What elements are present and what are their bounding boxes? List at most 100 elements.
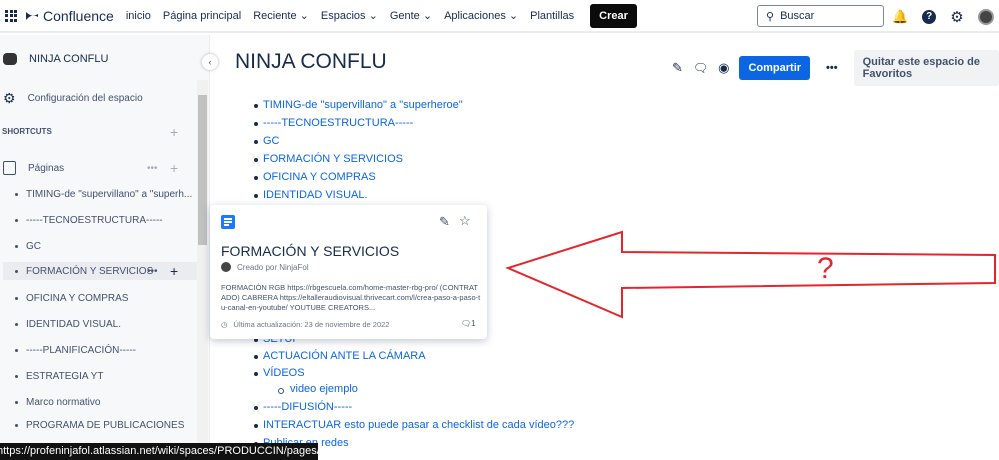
edit-pencil-icon[interactable]: ✎ (439, 214, 450, 230)
page-preview-card[interactable]: ✎ ☆ FORMACIÓN Y SERVICIOS Creado por Nin… (210, 205, 487, 339)
page-link[interactable]: TIMING-de "supervillano" a "superheroe" (254, 99, 463, 111)
page-link[interactable]: IDENTIDAD VISUAL. (254, 189, 368, 201)
nav-home[interactable]: Página principal (163, 10, 241, 22)
help-icon[interactable]: ? (922, 10, 937, 24)
page-link[interactable]: video ejemplo (278, 383, 358, 395)
create-button[interactable]: Crear (590, 3, 637, 28)
scrollbar-thumb[interactable] (198, 95, 207, 245)
page-doc-icon (221, 215, 235, 229)
card-title[interactable]: FORMACIÓN Y SERVICIOS (221, 243, 399, 259)
page-tree-item[interactable]: -----PLANIFICACIÓN----- (0, 345, 195, 356)
card-author: Creado por NinjaFol (221, 262, 309, 272)
notifications-bell-icon[interactable]: 🔔 (892, 9, 908, 25)
page-tree-label: PROGRAMA DE PUBLICACIONES (26, 420, 185, 431)
page-link[interactable]: GC (254, 135, 280, 147)
page-tree-item-active[interactable]: FORMACIÓN Y SERVICIOS ••• + (3, 262, 198, 280)
search-placeholder: Buscar (780, 10, 815, 22)
nav-templates[interactable]: Plantillas (530, 10, 574, 22)
page-tree-item[interactable]: PROGRAMA DE PUBLICACIONES (0, 420, 195, 431)
page-tree-item[interactable]: IDENTIDAD VISUAL. (0, 319, 195, 330)
nav-recent[interactable]: Reciente ⌄ (253, 9, 309, 22)
pages-header[interactable]: Páginas ••• + (0, 160, 195, 176)
page-tree-label: GC (26, 241, 41, 252)
page-tree-item[interactable]: -----TECNOESTRUCTURA----- (0, 215, 195, 226)
edit-pencil-icon[interactable]: ✎ (672, 60, 683, 76)
gear-icon: ⚙ (3, 90, 16, 106)
page-tree-label: ESTRATEGIA YT (26, 371, 104, 382)
more-icon[interactable]: ••• (147, 266, 158, 277)
nav-label: Reciente (253, 10, 297, 22)
unfavorite-button[interactable]: Quitar este espacio de Favoritos (853, 50, 999, 86)
space-settings-link[interactable]: ⚙ Configuración del espacio (0, 90, 195, 107)
page-link[interactable]: -----TECNOESTRUCTURA----- (253, 117, 413, 129)
card-excerpt: FORMACIÓN RGB https://rbgescuela.com/hom… (221, 283, 481, 312)
confluence-logo[interactable]: Confluence (25, 8, 114, 24)
watch-eye-icon[interactable]: ◉ (718, 60, 729, 76)
page-tree-item[interactable]: OFICINA Y COMPRAS (0, 293, 195, 304)
space-header[interactable]: NINJA CONFLU (0, 53, 195, 65)
app-switcher-icon[interactable] (5, 9, 17, 22)
question-mark-annotation: ? (817, 252, 834, 285)
page-tree-item[interactable]: TIMING-de "supervillano" a "superh... (0, 189, 195, 200)
share-button[interactable]: Compartir (739, 56, 811, 80)
nav-inicio[interactable]: inicio (126, 10, 151, 22)
collapse-sidebar-button[interactable]: ‹ (202, 54, 218, 70)
star-icon[interactable]: ☆ (459, 213, 471, 229)
settings-gear-icon[interactable]: ⚙ (950, 8, 963, 26)
pages-label: Páginas (28, 162, 65, 174)
add-child-icon[interactable]: + (170, 263, 178, 279)
page-link[interactable]: FORMACIÓN Y SERVICIOS (254, 153, 403, 165)
card-updated: ◷ Última actualización: 23 de noviembre … (221, 320, 389, 329)
shortcuts-label: SHORTCUTS (2, 127, 52, 136)
shortcuts-header: SHORTCUTS + (0, 124, 195, 140)
search-input[interactable]: ⚲ Buscar (757, 5, 884, 27)
nav-label: Gente (389, 10, 420, 22)
search-icon: ⚲ (766, 10, 775, 23)
page-link[interactable]: ACTUACIÓN ANTE LA CÁMARA (254, 350, 426, 362)
author-text: Creado por NinjaFol (237, 262, 309, 272)
sidebar: NINJA CONFLU ⚙ Configuración del espacio… (0, 35, 210, 460)
comment-icon[interactable]: 🗨 (693, 61, 708, 75)
nav-label: Aplicaciones (444, 10, 506, 22)
add-shortcut-icon[interactable]: + (170, 124, 178, 140)
status-bar-url: https://profeninjafol.atlassian.net/wiki… (0, 443, 318, 460)
nav-apps[interactable]: Aplicaciones ⌄ (444, 9, 518, 22)
updated-text: Última actualización: 23 de noviembre de… (233, 320, 390, 329)
space-avatar (3, 53, 17, 65)
red-arrow-annotation (505, 230, 996, 319)
avatar[interactable] (977, 9, 994, 25)
pages-icon (3, 161, 16, 175)
nav-spaces[interactable]: Espacios ⌄ (321, 9, 378, 22)
page-tree-label: IDENTIDAD VISUAL. (26, 319, 122, 330)
page-link[interactable]: OFICINA Y COMPRAS (254, 171, 376, 183)
nav-people[interactable]: Gente ⌄ (390, 9, 432, 22)
page-tree-label: FORMACIÓN Y SERVICIOS (26, 265, 154, 277)
page-tree-item[interactable]: GC (0, 241, 195, 252)
clock-icon: ◷ (221, 320, 228, 329)
more-actions-icon[interactable]: ••• (826, 62, 838, 74)
comment-icon: 🗨 (461, 319, 472, 328)
page-tree-label: -----PLANIFICACIÓN----- (26, 345, 136, 356)
add-page-icon[interactable]: + (170, 160, 178, 176)
page-tree-item[interactable]: Marco normativo (0, 397, 195, 408)
page-tree-item[interactable]: ESTRATEGIA YT (0, 371, 195, 382)
chevron-down-icon: ⌄ (368, 10, 378, 22)
page-tree-label: TIMING-de "supervillano" a "superh... (26, 189, 193, 200)
arrow-shape (505, 230, 996, 319)
page-link[interactable]: VÍDEOS (254, 367, 305, 379)
comment-count[interactable]: 🗨1 (461, 319, 476, 328)
page-link[interactable]: INTERACTUAR esto puede pasar a checklist… (253, 419, 574, 431)
confluence-icon (26, 11, 38, 20)
chevron-down-icon: ⌄ (422, 10, 433, 22)
page-tree-label: Marco normativo (26, 397, 101, 408)
chevron-down-icon: ⌄ (299, 10, 309, 22)
page-link[interactable]: -----DIFUSIÓN----- (253, 401, 352, 413)
page-tree-label: OFICINA Y COMPRAS (26, 293, 129, 304)
more-icon[interactable]: ••• (147, 163, 158, 174)
author-avatar (221, 262, 231, 272)
space-name: NINJA CONFLU (29, 53, 109, 65)
page-tree-label: -----TECNOESTRUCTURA----- (26, 215, 163, 226)
nav-label: Espacios (320, 10, 366, 22)
page-title: NINJA CONFLU (235, 50, 387, 73)
chevron-down-icon: ⌄ (508, 10, 519, 22)
